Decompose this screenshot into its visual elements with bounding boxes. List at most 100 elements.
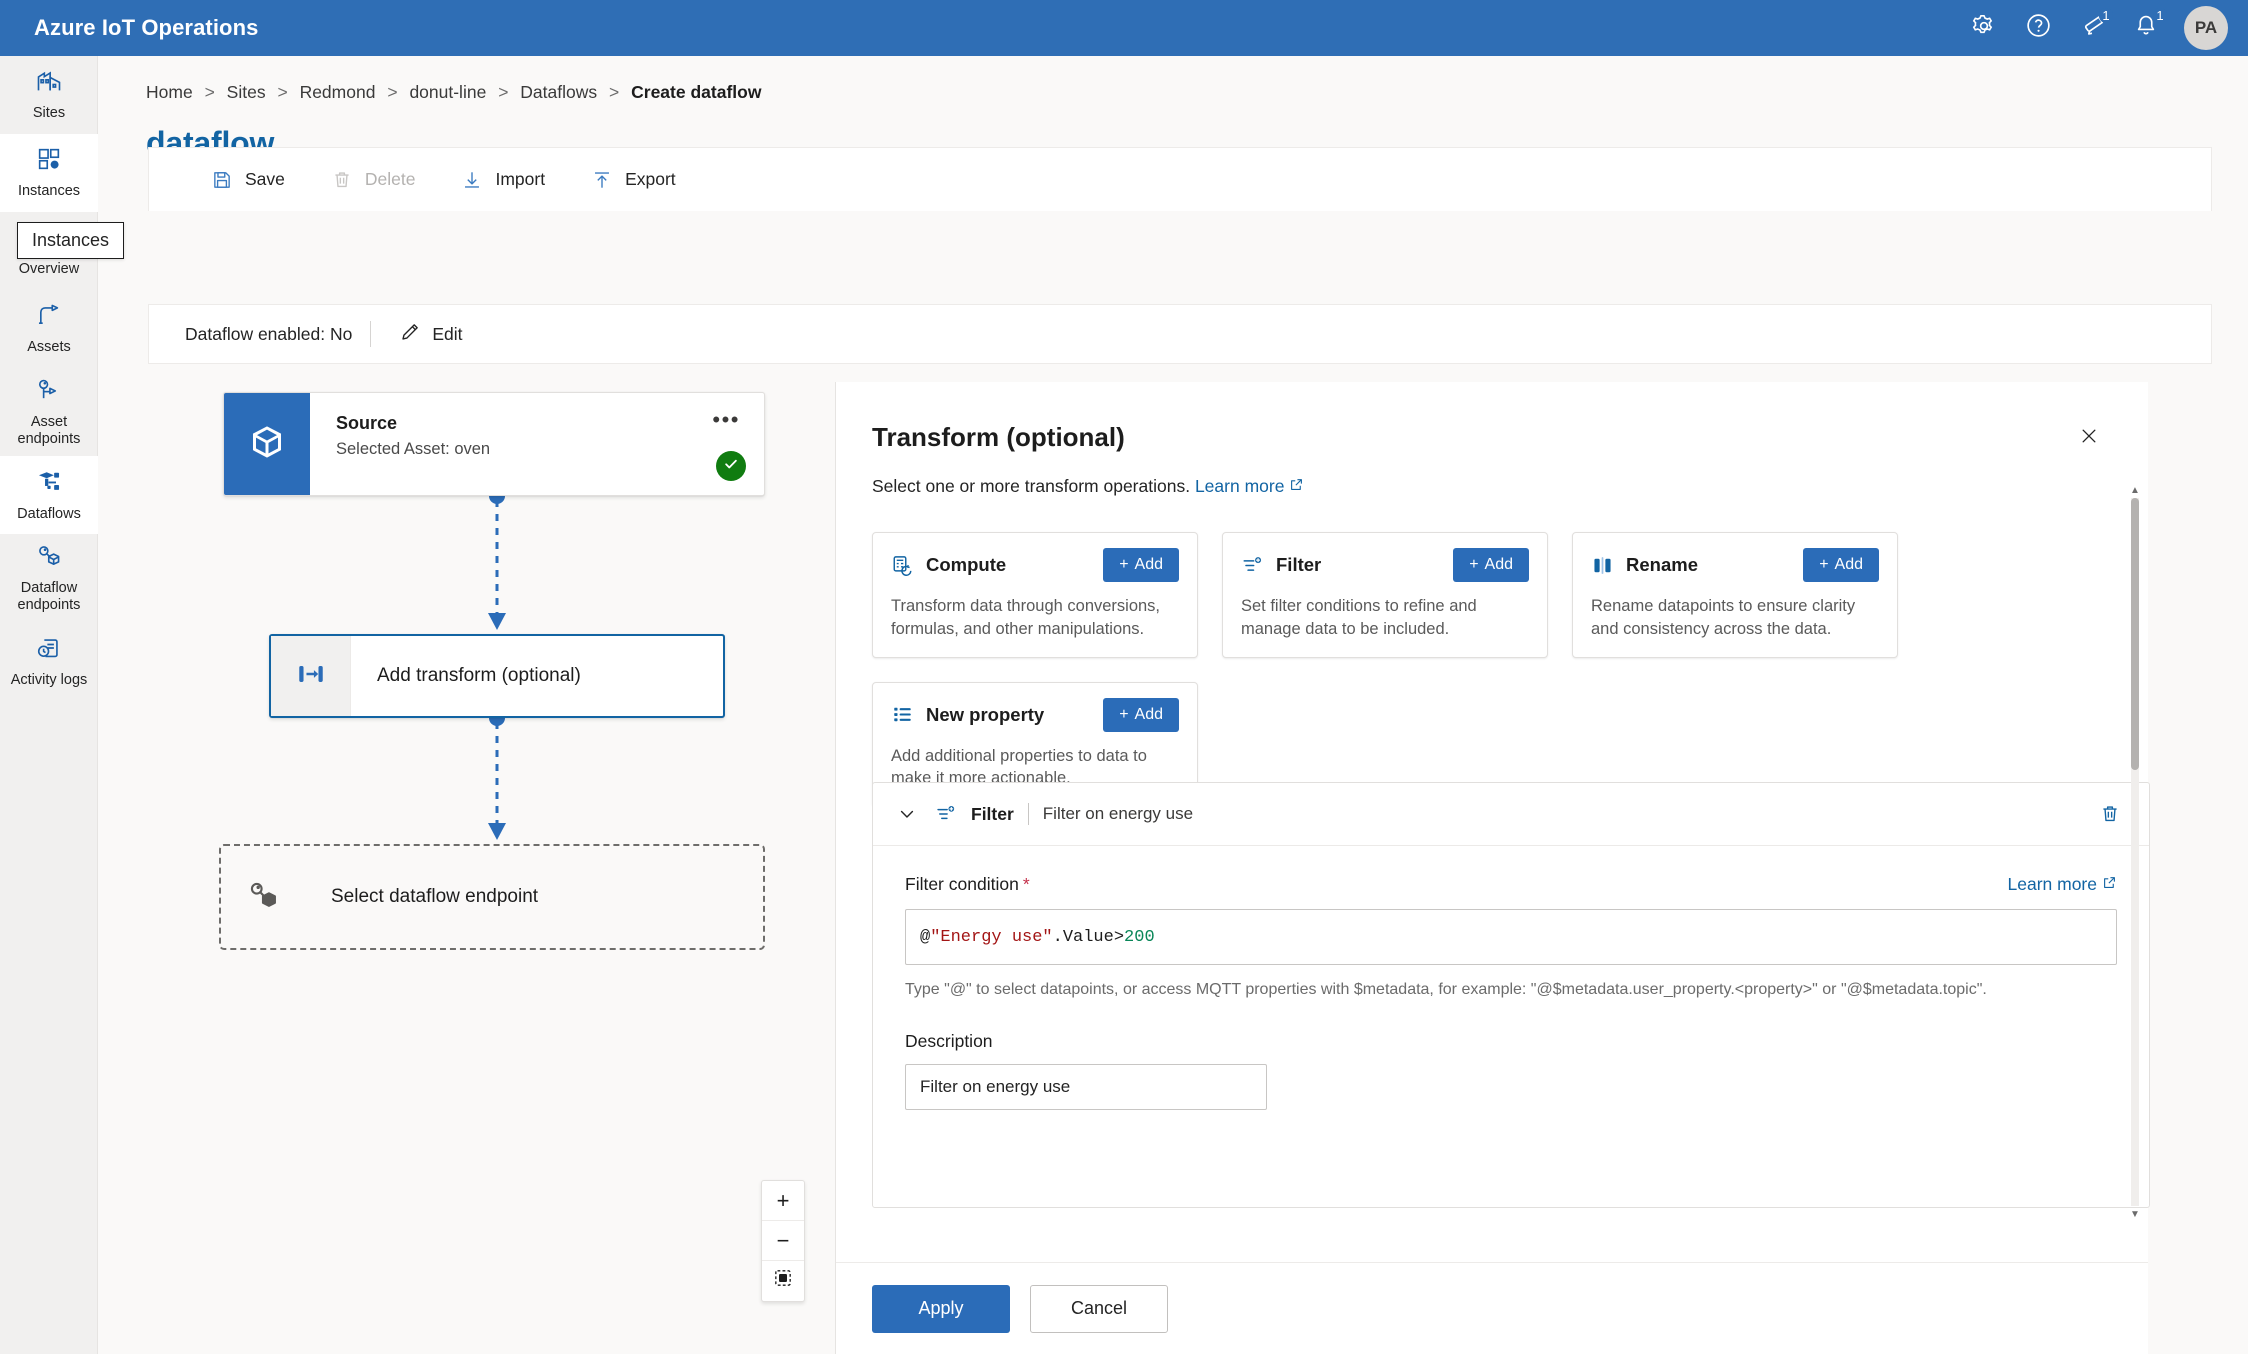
- source-node-more-button[interactable]: •••: [708, 407, 744, 433]
- avatar[interactable]: PA: [2184, 6, 2228, 50]
- sidebar-item-label: Overview: [18, 261, 80, 278]
- sidebar-item-asset-endpoints[interactable]: Asset endpoints: [0, 368, 98, 456]
- canvas-zoom-controls: + −: [761, 1180, 805, 1302]
- add-rename-button[interactable]: + Add: [1803, 548, 1879, 582]
- code-token-operator: >: [1113, 927, 1125, 947]
- sidebar-item-label: Assets: [27, 339, 71, 356]
- transform-icon-pane: [271, 636, 351, 716]
- breadcrumb-item-home[interactable]: Home: [146, 82, 193, 102]
- breadcrumb-item-redmond[interactable]: Redmond: [300, 82, 376, 102]
- plus-icon: +: [1119, 556, 1129, 573]
- collapse-chevron-icon[interactable]: [893, 800, 921, 828]
- help-icon: [2025, 12, 2052, 44]
- instances-icon: [35, 145, 63, 178]
- edit-button[interactable]: Edit: [389, 314, 472, 355]
- scroll-down-arrow-icon[interactable]: ▼: [2128, 1206, 2142, 1222]
- save-label: Save: [245, 169, 285, 189]
- dataflow-enabled-status: Dataflow enabled: No: [185, 323, 353, 344]
- operation-name: Filter: [1276, 554, 1322, 575]
- export-icon: [591, 169, 613, 191]
- panel-scrollbar[interactable]: ▲ ▼: [2128, 482, 2142, 1222]
- help-button[interactable]: [2014, 4, 2062, 52]
- close-panel-button[interactable]: [2072, 422, 2106, 456]
- zoom-in-button[interactable]: +: [762, 1181, 804, 1221]
- scroll-up-arrow-icon[interactable]: ▲: [2128, 482, 2142, 498]
- external-link-icon: [2102, 874, 2117, 895]
- breadcrumb-separator: >: [498, 82, 509, 102]
- add-filter-button[interactable]: + Add: [1453, 548, 1529, 582]
- code-token-string: "Energy use": [930, 927, 1053, 947]
- cancel-button[interactable]: Cancel: [1030, 1284, 1168, 1333]
- save-icon: [211, 169, 233, 191]
- delete-label: Delete: [364, 169, 416, 189]
- sidebar-item-label: Dataflows: [17, 505, 81, 522]
- apply-button[interactable]: Apply: [872, 1284, 1010, 1333]
- description-input[interactable]: [905, 1064, 1267, 1111]
- add-label: Add: [1134, 705, 1163, 723]
- sidebar-item-dataflow-endpoints[interactable]: Dataflow endpoints: [0, 534, 98, 622]
- scrollbar-thumb[interactable]: [2131, 498, 2139, 770]
- breadcrumb-item-donut-line[interactable]: donut-line: [409, 82, 486, 102]
- plus-icon: +: [1469, 556, 1479, 573]
- zoom-out-button[interactable]: −: [762, 1221, 804, 1261]
- settings-button[interactable]: [1960, 4, 2008, 52]
- save-button[interactable]: Save: [193, 158, 303, 202]
- operation-card-rename[interactable]: Rename + Add Rename datapoints to ensure…: [1572, 532, 1898, 658]
- export-label: Export: [625, 169, 676, 189]
- transform-icon: [295, 658, 327, 695]
- sidebar-item-dataflows[interactable]: Dataflows: [0, 456, 98, 535]
- transform-node[interactable]: Add transform (optional): [269, 634, 725, 718]
- operation-card-compute[interactable]: Compute + Add Transform data through con…: [872, 532, 1198, 658]
- add-new-property-button[interactable]: + Add: [1103, 697, 1179, 732]
- sidebar-item-instances[interactable]: Instances: [0, 134, 98, 212]
- operation-card-filter[interactable]: Filter + Add Set filter conditions to re…: [1222, 532, 1548, 658]
- dataflow-canvas[interactable]: Source Selected Asset: oven ••• Add tran…: [149, 382, 836, 1354]
- plus-icon: +: [1119, 705, 1129, 723]
- import-label: Import: [495, 169, 546, 189]
- app-title: Azure IoT Operations: [34, 15, 259, 40]
- source-icon-pane: [224, 393, 310, 495]
- import-button[interactable]: Import: [443, 158, 563, 202]
- export-button[interactable]: Export: [573, 158, 694, 202]
- breadcrumb-separator: >: [204, 82, 215, 102]
- filter-condition-learn-more-link[interactable]: Learn more: [2008, 874, 2118, 895]
- fit-to-view-icon: [773, 1268, 793, 1294]
- gear-icon: [1971, 13, 1997, 44]
- breadcrumb-item-sites[interactable]: Sites: [227, 82, 266, 102]
- breadcrumb-item-dataflows[interactable]: Dataflows: [520, 82, 597, 102]
- asset-endpoints-icon: [35, 376, 63, 409]
- notifications-button[interactable]: 1: [2122, 4, 2170, 52]
- operation-card-header: New property + Add: [891, 697, 1179, 732]
- sidebar-item-activity-logs[interactable]: Activity logs: [0, 622, 98, 700]
- assets-icon: [35, 301, 63, 334]
- plus-icon: +: [1819, 556, 1829, 573]
- notifications-badge: 1: [2153, 8, 2167, 23]
- filter-detail-block: Filter Filter on energy use Filter condi…: [872, 782, 2150, 1208]
- fit-view-button[interactable]: [762, 1261, 804, 1301]
- source-node[interactable]: Source Selected Asset: oven •••: [223, 392, 765, 496]
- breadcrumb-separator: >: [609, 82, 620, 102]
- filter-condition-label: Filter condition: [905, 874, 1019, 894]
- add-compute-button[interactable]: + Add: [1103, 548, 1179, 582]
- announcements-badge: 1: [2099, 8, 2113, 23]
- filter-icon: [1241, 554, 1264, 577]
- add-label: Add: [1484, 556, 1513, 573]
- sites-icon: [35, 67, 63, 100]
- sidebar-item-assets[interactable]: Assets: [0, 290, 98, 368]
- panel-learn-more-link[interactable]: Learn more: [1195, 476, 1305, 497]
- announcements-button[interactable]: 1: [2068, 4, 2116, 52]
- code-token-property: .Value: [1052, 927, 1114, 947]
- panel-title: Transform (optional): [872, 422, 1125, 452]
- destination-node[interactable]: Select dataflow endpoint: [219, 844, 765, 950]
- source-node-body: Source Selected Asset: oven •••: [310, 393, 764, 495]
- compute-icon: [891, 554, 914, 577]
- panel-footer: Apply Cancel: [836, 1262, 2148, 1354]
- filter-detail-header: Filter Filter on energy use: [873, 783, 2149, 845]
- delete-filter-button[interactable]: [2093, 797, 2127, 831]
- learn-more-label: Learn more: [1194, 476, 1285, 496]
- sidebar-item-label: Asset endpoints: [17, 414, 81, 448]
- rename-icon: [1591, 554, 1614, 577]
- delete-button[interactable]: Delete: [313, 158, 434, 202]
- sidebar-item-sites[interactable]: Sites: [0, 56, 98, 134]
- filter-condition-input[interactable]: @ "Energy use" .Value > 200: [905, 909, 2117, 965]
